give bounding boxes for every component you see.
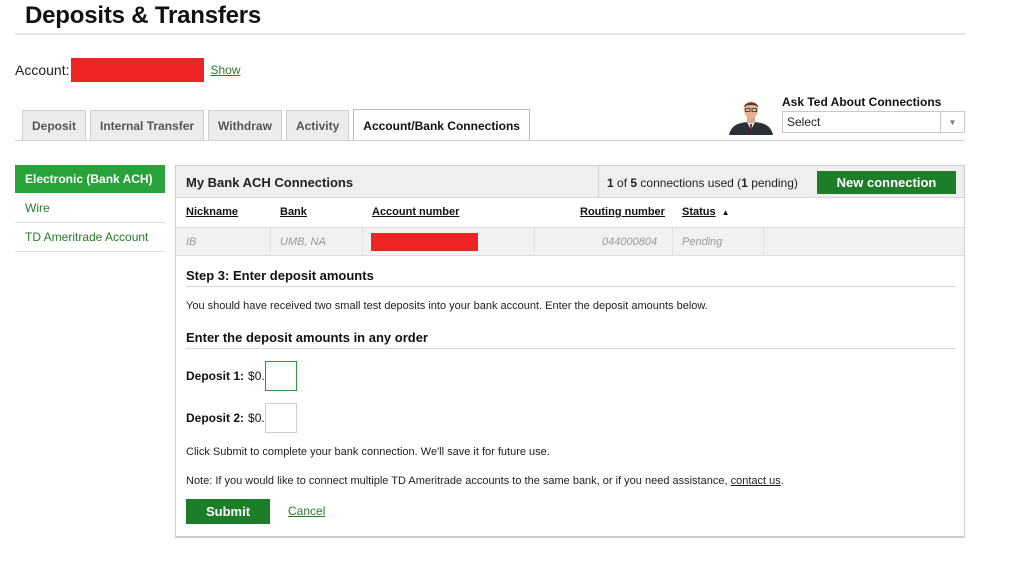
used-of: of [617, 176, 628, 190]
tab-bar: Deposit Internal Transfer Withdraw Activ… [22, 109, 534, 141]
cell-divider [270, 228, 271, 255]
connections-used-count: 1 of 5 connections used (1 pending) [607, 176, 798, 190]
ask-ted-select-value: Select [787, 115, 821, 129]
used-count: 1 [607, 176, 614, 190]
page-title: Deposits & Transfers [25, 2, 262, 29]
col-header-routing-number[interactable]: Routing number [580, 206, 665, 218]
cell-divider [362, 228, 363, 255]
tabs-divider [15, 140, 965, 141]
tab-account-bank-connections[interactable]: Account/Bank Connections [353, 109, 530, 141]
deposit-1-label-text: Deposit 1: [186, 369, 245, 383]
panel-header: My Bank ACH Connections 1 of 5 connectio… [176, 166, 964, 198]
account-number-redacted [71, 58, 205, 82]
tab-activity[interactable]: Activity [285, 110, 350, 141]
col-header-status[interactable]: Status ▲ [682, 206, 730, 218]
ask-ted-select[interactable]: Select ▼ [782, 111, 965, 133]
assistance-note-text: Note: If you would like to connect multi… [186, 475, 731, 487]
show-account-link[interactable]: Show [210, 63, 240, 77]
contact-us-link[interactable]: contact us [731, 475, 781, 487]
header-divider [598, 166, 599, 197]
cell-divider [763, 228, 764, 255]
cell-bank: UMB, NA [280, 236, 326, 248]
tab-deposit[interactable]: Deposit [22, 110, 87, 141]
cell-status: Pending [682, 236, 723, 248]
chevron-down-icon[interactable]: ▼ [940, 112, 964, 132]
deposit-order-title: Enter the deposit amounts in any order [186, 330, 428, 345]
sort-ascending-icon: ▲ [721, 208, 730, 217]
title-divider [15, 33, 965, 35]
account-label: Account: [15, 62, 70, 78]
deposit-1-input[interactable] [265, 361, 297, 391]
col-header-nickname[interactable]: Nickname [186, 206, 238, 218]
step-title: Step 3: Enter deposit amounts [186, 268, 374, 283]
new-connection-button[interactable]: New connection [817, 171, 956, 194]
pending-count: 1 [741, 176, 748, 190]
account-row: Account: Show [15, 58, 241, 82]
assistance-note-end: . [780, 475, 784, 487]
sidebar-item-td-ameritrade-account[interactable]: TD Ameritrade Account [15, 223, 165, 252]
assistance-note: Note: If you would like to connect multi… [186, 475, 784, 487]
sidebar-item-electronic-bank-ach[interactable]: Electronic (Bank ACH) [15, 165, 165, 193]
col-header-status-label: Status [682, 206, 716, 218]
tab-withdraw[interactable]: Withdraw [208, 110, 282, 141]
sidebar-item-wire[interactable]: Wire [15, 194, 165, 223]
cell-routing-number: 044000804 [602, 236, 658, 248]
deposit-1-label: Deposit 1: $0. [186, 369, 265, 383]
table-row[interactable]: IB UMB, NA 044000804 Pending [176, 227, 964, 256]
panel-title: My Bank ACH Connections [186, 175, 354, 190]
bank-connections-panel: My Bank ACH Connections 1 of 5 connectio… [175, 165, 965, 538]
submit-note-text: Click Submit to complete your bank conne… [186, 446, 550, 458]
deposit-2-input[interactable] [265, 403, 297, 433]
deposit-2-label: Deposit 2: $0. [186, 411, 265, 425]
cell-nickname: IB [186, 236, 197, 248]
deposit-1-prefix: $0. [248, 369, 265, 383]
cell-account-number-redacted [371, 233, 478, 251]
deposit-order-divider [186, 348, 956, 349]
ted-avatar [727, 97, 775, 135]
cancel-link[interactable]: Cancel [288, 504, 325, 518]
deposit-2-prefix: $0. [248, 411, 265, 425]
tab-internal-transfer[interactable]: Internal Transfer [90, 110, 205, 141]
submit-button[interactable]: Submit [186, 499, 270, 524]
side-nav: Electronic (Bank ACH) Wire TD Ameritrade… [15, 165, 165, 252]
cell-divider [534, 228, 535, 255]
step-intro-text: You should have received two small test … [186, 300, 708, 312]
ask-ted-widget: Ask Ted About Connections Select ▼ [727, 95, 967, 135]
pending-suffix: pending) [751, 176, 798, 190]
used-total: 5 [630, 176, 638, 190]
used-middle: connections used ( [640, 176, 742, 190]
step-divider [186, 286, 956, 287]
deposit-2-label-text: Deposit 2: [186, 411, 245, 425]
ask-ted-label: Ask Ted About Connections [782, 95, 942, 109]
cell-divider [672, 228, 673, 255]
col-header-bank[interactable]: Bank [280, 206, 307, 218]
col-header-account-number[interactable]: Account number [372, 206, 459, 218]
